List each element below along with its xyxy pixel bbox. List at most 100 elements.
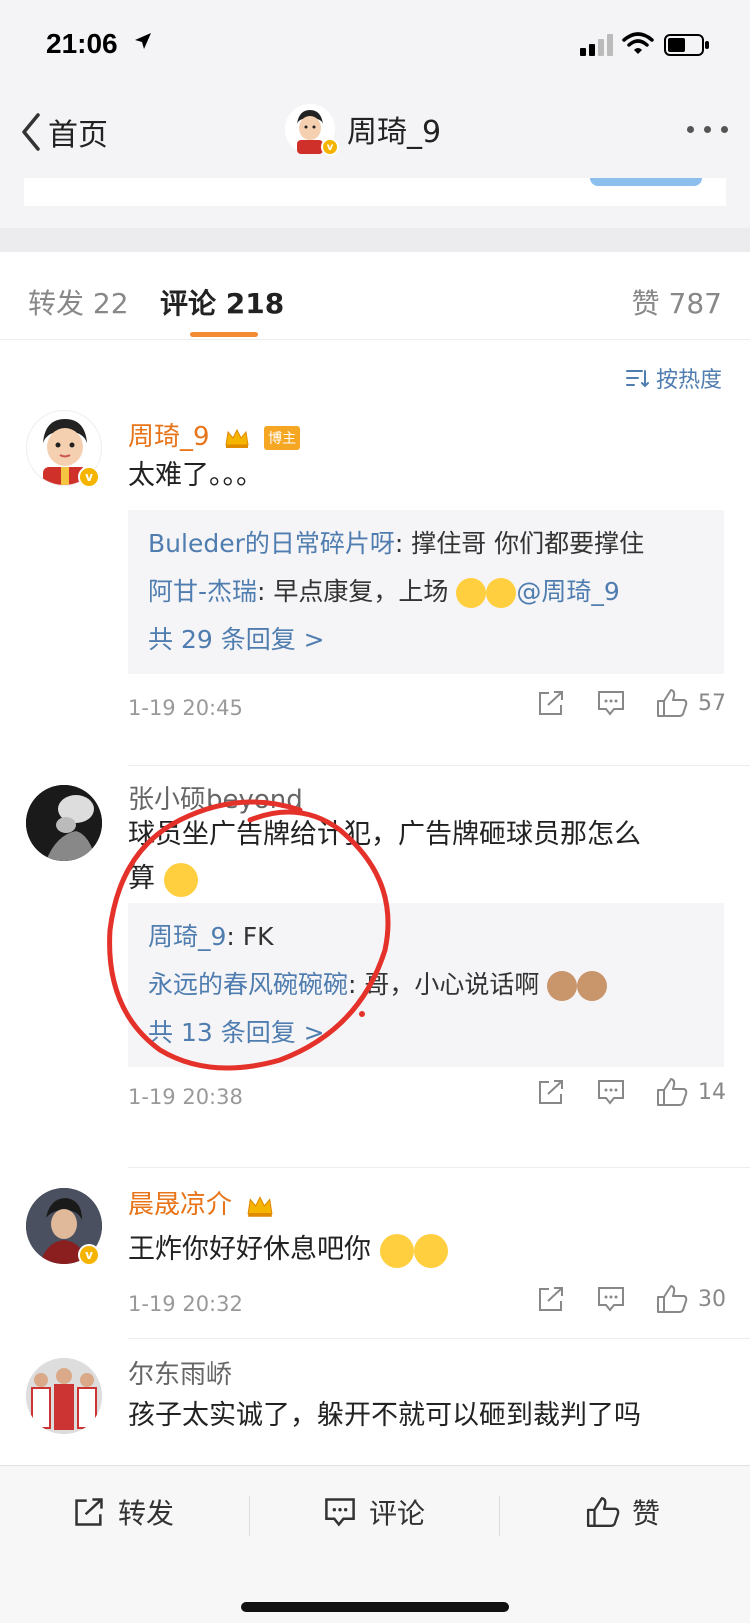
crown-icon <box>225 428 249 448</box>
share-icon <box>539 691 563 715</box>
comment-username[interactable]: 尔东雨峤 <box>128 1354 232 1391</box>
wifi-icon <box>622 32 654 54</box>
comment-actions: 14 <box>536 1077 726 1107</box>
like-button[interactable]: 14 <box>656 1077 726 1107</box>
comment-time: 1-19 20:38 <box>128 1085 243 1109</box>
comment-icon <box>598 1080 624 1105</box>
status-bar: 21:06 <box>0 0 750 96</box>
reply-text: : 哥，小心说话啊 <box>348 970 540 999</box>
comment-button[interactable] <box>596 1078 626 1106</box>
active-tab-indicator <box>190 332 258 337</box>
back-label: 首页 <box>48 118 108 153</box>
more-replies-link[interactable]: 共 29 条回复 > <box>148 616 704 664</box>
comment-label: 评论 <box>369 1497 426 1530</box>
verified-badge-icon: v <box>321 138 339 156</box>
more-dot-icon <box>721 126 728 133</box>
avatar: v <box>285 104 339 156</box>
section-gap <box>0 228 750 252</box>
divider <box>128 1167 750 1168</box>
separator <box>249 1496 250 1536</box>
comment-icon <box>325 1498 355 1527</box>
author-badge: 博主 <box>264 425 301 450</box>
more-dot-icon <box>687 126 694 133</box>
thinking-emoji-icon <box>163 862 198 897</box>
comment-text: 太难了。。。 <box>128 460 263 491</box>
repost-button[interactable] <box>536 689 566 717</box>
thumbs-up-icon <box>657 689 688 717</box>
comment-username[interactable]: 晨晟凉介 <box>128 1184 274 1221</box>
tab-bar: 转发 22 评论 218 赞 787 <box>0 252 750 340</box>
tears-of-joy-emoji-icon <box>379 1233 414 1268</box>
reply-item: 周琦_9: FK <box>148 913 704 961</box>
like-button[interactable]: 赞 <box>586 1492 660 1532</box>
location-arrow-icon <box>135 33 151 49</box>
reply-username[interactable]: 周琦_9 <box>148 922 226 951</box>
back-button[interactable]: 首页 <box>20 110 108 154</box>
reply-box[interactable]: Buleder的日常碎片呀: 撑住哥 你们都要撑住 阿甘-杰瑞: 早点康复，上场… <box>128 510 724 674</box>
divider <box>128 1338 750 1339</box>
kissing-emoji-icon <box>486 578 517 608</box>
comment-button[interactable]: 评论 <box>323 1492 425 1532</box>
like-button[interactable]: 57 <box>656 688 726 718</box>
reply-text: : FK <box>226 922 274 951</box>
repost-button[interactable] <box>536 1078 566 1106</box>
divider <box>128 765 750 766</box>
thumbs-up-icon <box>586 1497 620 1527</box>
photo-avatar-icon <box>26 785 102 861</box>
comment-actions: 30 <box>536 1284 726 1314</box>
comment-button[interactable] <box>596 689 626 717</box>
more-replies-link[interactable]: 共 13 条回复 > <box>148 1009 704 1057</box>
comment-username[interactable]: 周琦_9 博主 <box>128 416 301 453</box>
verified-badge-icon: v <box>78 466 100 488</box>
comment-time: 1-19 20:32 <box>128 1292 243 1316</box>
reply-username[interactable]: 永远的春风碗碗碗 <box>148 970 348 999</box>
status-time: 21:06 <box>46 28 118 59</box>
reply-item: 永远的春风碗碗碗: 哥，小心说话啊 <box>148 961 704 1009</box>
profile-header[interactable]: v 周琦_9 <box>285 104 441 156</box>
mention-link[interactable]: @周琦_9 <box>516 577 619 606</box>
cellular-signal-icon <box>580 34 613 56</box>
home-indicator <box>241 1602 509 1612</box>
kissing-emoji-icon <box>456 578 487 608</box>
comment-text: 孩子太实诚了，躲开不就可以砸到裁判了吗 <box>128 1400 641 1431</box>
tab-comments[interactable]: 评论 218 <box>160 282 284 322</box>
sort-button[interactable]: 按热度 <box>624 362 722 394</box>
tab-likes[interactable]: 赞 787 <box>632 282 722 322</box>
separator <box>499 1496 500 1536</box>
share-icon <box>539 1287 563 1311</box>
like-button[interactable]: 30 <box>656 1284 726 1314</box>
reply-username[interactable]: Buleder的日常碎片呀 <box>148 529 395 558</box>
reply-username[interactable]: 阿甘-杰瑞 <box>148 577 257 606</box>
like-count: 14 <box>698 1079 726 1105</box>
repost-label: 转发 <box>118 1497 175 1530</box>
chevron-left-icon <box>22 113 40 151</box>
photo-avatar-icon <box>26 1358 102 1434</box>
thumbs-up-icon <box>657 1078 688 1106</box>
repost-button[interactable] <box>536 1285 566 1313</box>
reply-box[interactable]: 周琦_9: FK 永远的春风碗碗碗: 哥，小心说话啊 共 13 条回复 > <box>128 903 724 1067</box>
sort-label: 按热度 <box>655 368 722 393</box>
more-button[interactable] <box>687 126 728 133</box>
tab-reposts[interactable]: 转发 22 <box>28 282 129 322</box>
comment-icon <box>598 691 624 716</box>
verified-badge-icon: v <box>78 1244 100 1266</box>
comment-time: 1-19 20:45 <box>128 696 243 720</box>
like-count: 30 <box>698 1286 726 1312</box>
comment-icon <box>598 1287 624 1312</box>
navigation-bar: 首页 v 周琦_9 <box>0 96 750 178</box>
comment-username[interactable]: 张小硕beyond <box>128 779 303 816</box>
sort-icon <box>625 370 649 388</box>
see-no-evil-monkey-icon <box>577 971 608 1001</box>
bottom-action-bar: 转发 评论 赞 <box>0 1465 750 1623</box>
battery-icon <box>664 34 709 56</box>
share-icon <box>539 1080 563 1104</box>
avatar[interactable] <box>26 1358 102 1434</box>
comment-text: 球员坐广告牌给计犯，广告牌砸球员那怎么 算 <box>128 813 718 901</box>
like-count: 57 <box>698 690 726 716</box>
avatar[interactable] <box>26 785 102 861</box>
see-no-evil-monkey-icon <box>547 971 578 1001</box>
reply-item: Buleder的日常碎片呀: 撑住哥 你们都要撑住 <box>148 520 704 568</box>
repost-button[interactable]: 转发 <box>72 1492 174 1532</box>
comment-button[interactable] <box>596 1285 626 1313</box>
tears-of-joy-emoji-icon <box>413 1233 448 1268</box>
